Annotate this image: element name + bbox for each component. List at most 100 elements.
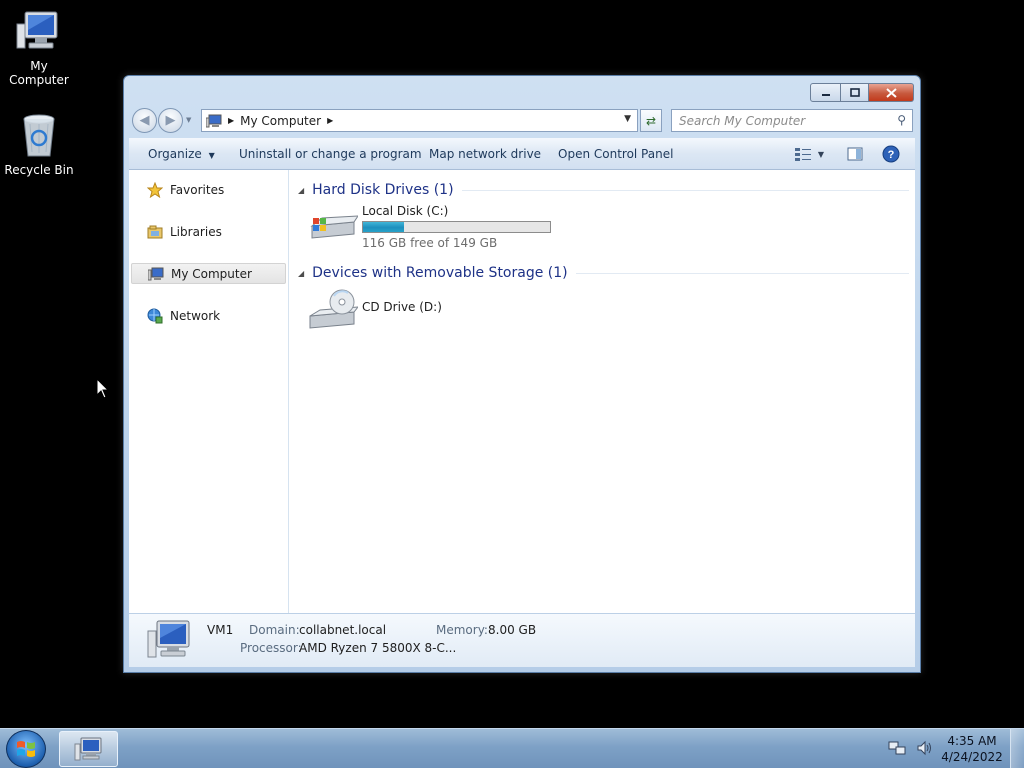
chevron-down-icon: ▼	[208, 151, 215, 160]
system-clock[interactable]: 4:35 AM 4/24/2022	[936, 733, 1008, 765]
computer-icon	[148, 267, 166, 281]
open-control-panel-button[interactable]: Open Control Panel	[558, 147, 673, 161]
desktop-icon-my-computer[interactable]: My Computer	[0, 8, 79, 87]
explorer-window: ◀ ▶ ▼ ▶ My Computer ▶ ▼ ⇄ Search My Comp…	[123, 75, 921, 673]
help-button[interactable]: ?	[881, 144, 901, 164]
clock-time: 4:35 AM	[947, 734, 997, 748]
search-placeholder: Search My Computer	[679, 114, 806, 128]
desktop-icon-label: My Computer	[9, 59, 69, 87]
group-divider	[575, 272, 909, 274]
nav-item-label: Favorites	[170, 182, 225, 197]
refresh-icon: ⇄	[645, 113, 657, 128]
nav-item-favorites[interactable]: Favorites	[131, 179, 286, 200]
clock-date: 4/24/2022	[941, 750, 1003, 764]
navigation-pane: Favorites Libraries My Computer Network	[129, 170, 289, 613]
mouse-cursor-icon	[96, 378, 110, 399]
computer-icon	[74, 737, 101, 761]
collapse-triangle-icon[interactable]: ◢	[298, 186, 304, 195]
view-options-icon	[794, 148, 811, 161]
drive-free-space: 116 GB free of 149 GB	[362, 236, 498, 250]
nav-item-network[interactable]: Network	[131, 305, 286, 326]
back-arrow-icon: ◀	[139, 113, 150, 128]
taskbar-button-explorer[interactable]	[59, 731, 118, 767]
content-area: Favorites Libraries My Computer Network	[129, 170, 915, 613]
uninstall-program-button[interactable]: Uninstall or change a program	[239, 147, 422, 161]
organize-button[interactable]: Organize ▼	[148, 147, 215, 161]
minimize-button[interactable]	[810, 83, 841, 102]
computer-large-icon	[147, 620, 190, 658]
maximize-button[interactable]	[841, 83, 869, 102]
processor-label: Processor:	[240, 641, 302, 655]
address-history-dropdown-icon[interactable]: ▼	[624, 114, 631, 124]
nav-item-my-computer[interactable]: My Computer	[131, 263, 286, 284]
refresh-button[interactable]: ⇄	[640, 109, 662, 132]
processor-value: AMD Ryzen 7 5800X 8-C...	[299, 641, 457, 655]
cd-drive-icon	[309, 289, 358, 329]
navigation-bar: ◀ ▶ ▼ ▶ My Computer ▶ ▼ ⇄ Search My Comp…	[130, 106, 914, 134]
svg-text:?: ?	[888, 149, 895, 161]
forward-arrow-icon: ▶	[165, 113, 176, 128]
nav-item-label: My Computer	[171, 266, 252, 281]
desktop-icon-label: Recycle Bin	[4, 163, 74, 177]
breadcrumb-my-computer[interactable]: My Computer	[240, 114, 321, 128]
file-list-pane: ◢ Hard Disk Drives (1) Local Disk (C:) 1…	[290, 170, 915, 613]
start-button[interactable]	[6, 730, 46, 768]
group-title: Devices with Removable Storage (1)	[312, 265, 568, 281]
disk-usage-bar	[362, 221, 551, 233]
drive-item-local-disk-c[interactable]: Local Disk (C:) 116 GB free of 149 GB	[308, 204, 551, 250]
computer-name: VM1	[207, 623, 234, 637]
computer-small-icon	[206, 114, 222, 127]
details-pane: VM1 Domain: collabnet.local Memory: 8.00…	[129, 613, 915, 667]
recycle-bin-icon	[23, 114, 55, 157]
close-button[interactable]	[869, 83, 914, 102]
forward-button[interactable]: ▶	[158, 108, 183, 133]
breadcrumb-separator-icon[interactable]: ▶	[327, 116, 333, 125]
search-icon[interactable]: ⚲	[897, 113, 906, 127]
drive-item-cd-drive-d[interactable]: CD Drive (D:)	[308, 288, 442, 334]
memory-value: 8.00 GB	[488, 623, 537, 637]
collapse-triangle-icon[interactable]: ◢	[298, 269, 304, 278]
disk-usage-fill	[363, 222, 405, 232]
hard-disk-icon	[310, 215, 358, 239]
preview-pane-icon	[847, 147, 863, 161]
domain-label: Domain:	[249, 623, 300, 637]
show-desktop-button[interactable]	[1010, 729, 1024, 768]
change-view-button[interactable]: ▼	[789, 144, 829, 164]
search-input[interactable]: Search My Computer ⚲	[671, 109, 913, 132]
domain-value: collabnet.local	[299, 623, 387, 637]
libraries-icon	[147, 225, 165, 239]
network-icon	[147, 308, 165, 324]
preview-pane-button[interactable]	[845, 144, 865, 164]
windows-logo-icon	[17, 741, 35, 757]
nav-item-label: Libraries	[170, 224, 222, 239]
minimize-icon	[821, 93, 830, 96]
maximize-icon	[849, 88, 860, 97]
network-status-icon[interactable]	[888, 739, 906, 757]
caption-buttons	[810, 83, 914, 102]
drive-name: Local Disk (C:)	[362, 204, 449, 218]
nav-item-label: Network	[170, 308, 221, 323]
group-header-hard-disk-drives[interactable]: ◢ Hard Disk Drives (1)	[298, 180, 909, 200]
memory-label: Memory:	[436, 623, 488, 637]
taskbar: 4:35 AM 4/24/2022	[0, 728, 1024, 768]
drive-name: CD Drive (D:)	[362, 300, 442, 314]
group-title: Hard Disk Drives (1)	[312, 182, 454, 198]
system-tray	[888, 739, 934, 757]
nav-item-libraries[interactable]: Libraries	[131, 221, 286, 242]
organize-label: Organize	[148, 147, 202, 161]
group-divider	[461, 189, 909, 191]
group-header-removable-storage[interactable]: ◢ Devices with Removable Storage (1)	[298, 263, 909, 283]
chevron-down-icon: ▼	[817, 149, 825, 159]
address-bar[interactable]: ▶ My Computer ▶ ▼	[201, 109, 638, 132]
close-icon	[885, 87, 897, 98]
back-button[interactable]: ◀	[132, 108, 157, 133]
recent-pages-dropdown-icon[interactable]: ▼	[186, 116, 191, 124]
breadcrumb-separator-icon[interactable]: ▶	[228, 116, 234, 125]
command-bar: Organize ▼ Uninstall or change a program…	[129, 138, 915, 170]
my-computer-icon	[16, 11, 58, 49]
desktop-icon-recycle-bin[interactable]: Recycle Bin	[0, 112, 79, 177]
star-icon	[147, 181, 165, 198]
volume-icon[interactable]	[916, 739, 934, 757]
map-network-drive-button[interactable]: Map network drive	[429, 147, 541, 161]
help-icon: ?	[882, 145, 900, 163]
